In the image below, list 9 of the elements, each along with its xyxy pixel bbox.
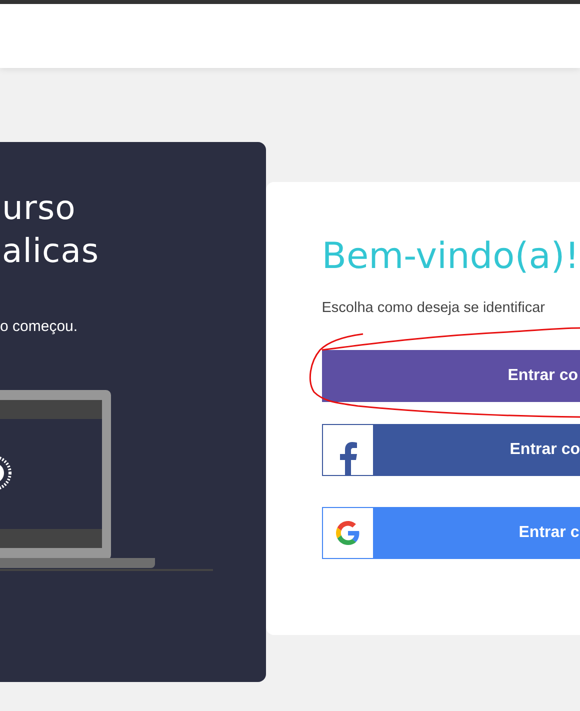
- welcome-title: Bem-vindo(a)!: [322, 235, 580, 279]
- hero-title: alicas: [1, 230, 100, 272]
- hero-title: urso: [1, 187, 77, 229]
- google-logo-icon: [336, 521, 360, 545]
- subtitle: Escolha como deseja se identificar: [322, 299, 546, 318]
- google-login-button[interactable]: Entrar c: [322, 507, 580, 559]
- facebook-login-button[interactable]: Entrar co: [322, 424, 580, 476]
- hero-tagline: o começou.: [0, 317, 79, 337]
- email-login-button[interactable]: Entrar co: [322, 350, 580, 402]
